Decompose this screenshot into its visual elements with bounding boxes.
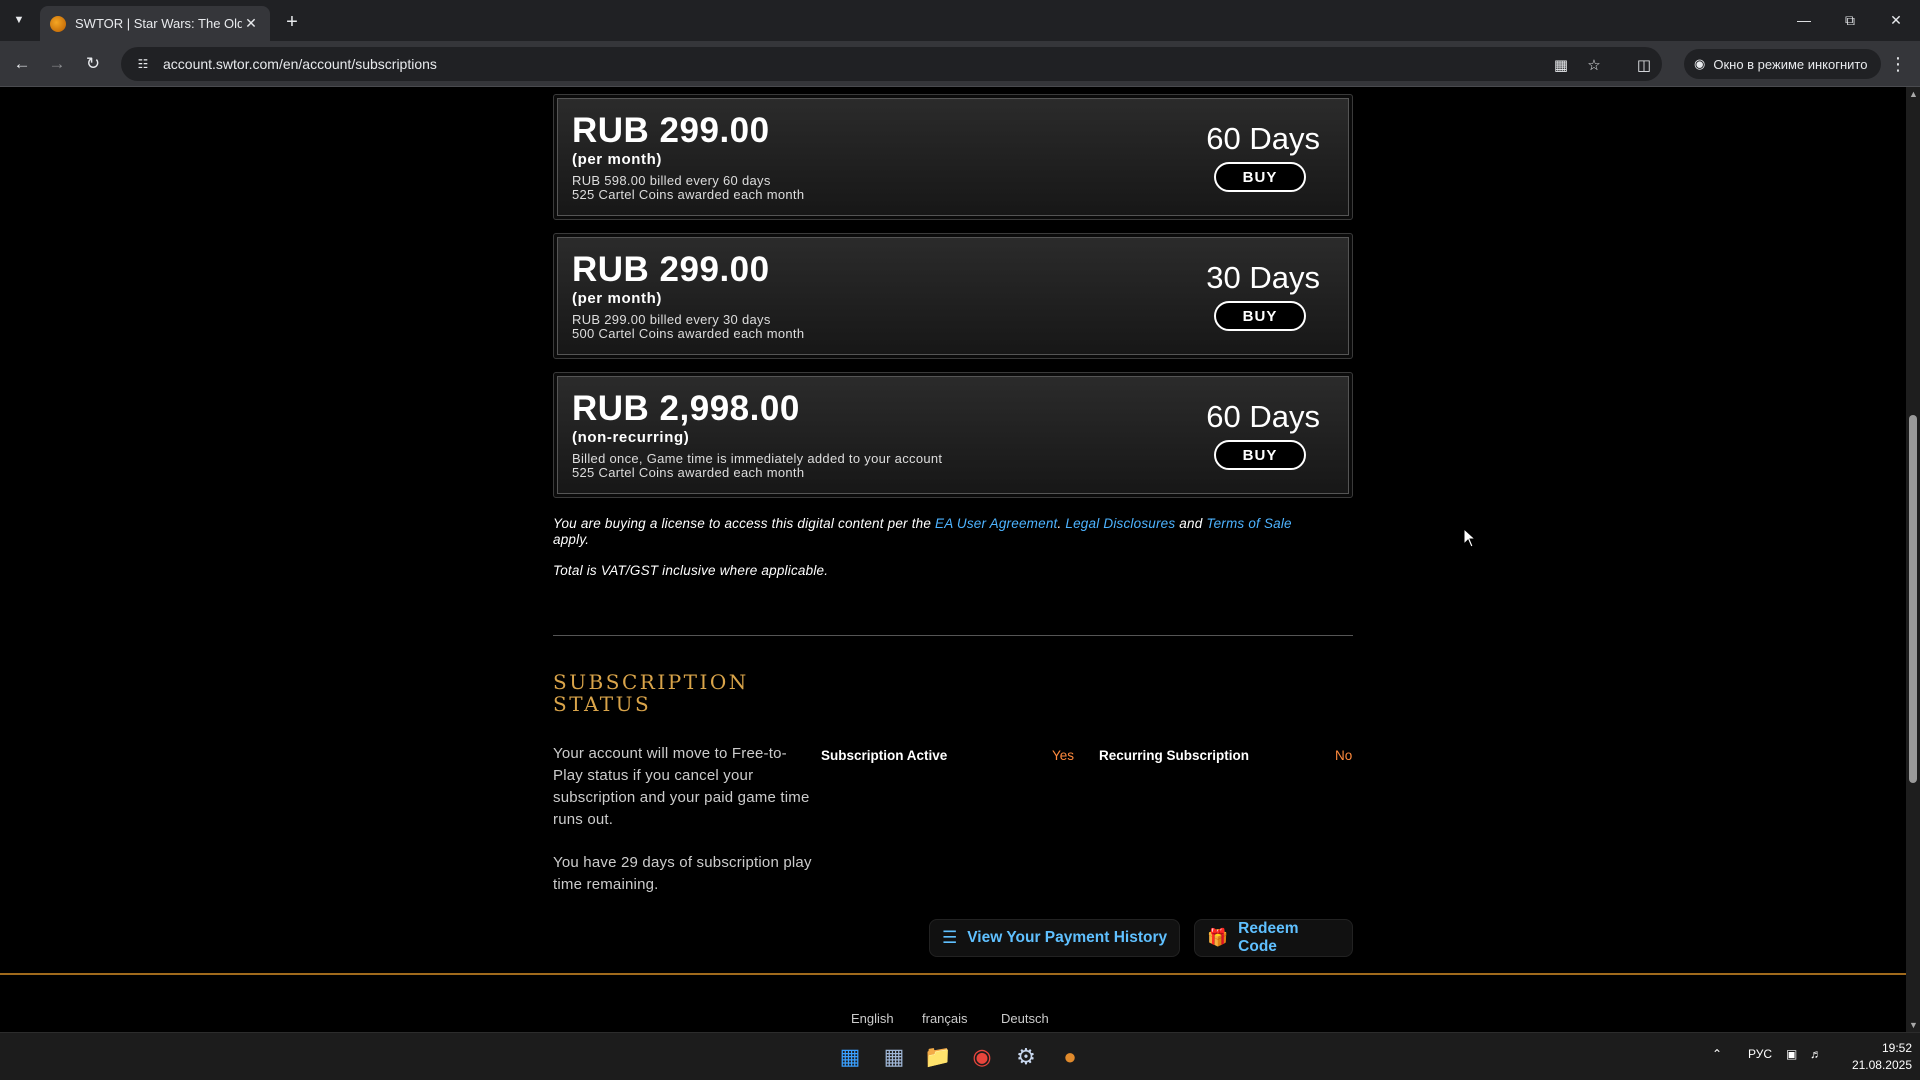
view-payment-history-button[interactable]: ☰ View Your Payment History (929, 919, 1181, 957)
back-button[interactable]: ← (8, 50, 36, 78)
mouse-cursor-icon (1463, 528, 1477, 548)
plan-coins: 500 Cartel Coins awarded each month (572, 326, 805, 341)
license-notice: You are buying a license to access this … (553, 516, 1353, 548)
page-scrollbar[interactable]: ▲ ▼ (1906, 87, 1920, 1032)
windows-taskbar: ▦ ▦ 📁 ◉ ⚙ ● ⌃ РУС ▣ ♬ 19:52 21.08.2025 (0, 1032, 1920, 1080)
license-text: You are buying a license to access this … (553, 516, 936, 531)
system-clock[interactable]: 19:52 21.08.2025 (1836, 1040, 1912, 1074)
browser-menu-button[interactable]: ⋮ (1886, 51, 1910, 77)
plan-billing: RUB 598.00 billed every 60 days (572, 173, 771, 188)
new-tab-button[interactable]: + (280, 10, 304, 34)
close-window-button[interactable]: ✕ (1873, 0, 1919, 40)
calculator-icon[interactable]: ▦ (878, 1041, 910, 1073)
clock-date: 21.08.2025 (1851, 1058, 1912, 1072)
scroll-up-icon[interactable]: ▲ (1909, 90, 1918, 99)
page-viewport: RUB 299.00 (per month) RUB 598.00 billed… (0, 87, 1906, 1032)
subscription-active-label: Subscription Active (821, 748, 948, 763)
plan-days: 30 Days (1206, 260, 1320, 295)
license-text-end: apply. (553, 532, 590, 547)
plan-price: RUB 2,998.00 (572, 389, 800, 428)
file-explorer-icon[interactable]: 📁 (922, 1041, 954, 1073)
arrow-left-icon: ← (13, 54, 31, 73)
incognito-icon: ◉ (1694, 56, 1706, 71)
restore-button[interactable]: ⧉ (1827, 0, 1873, 40)
browser-window: ▼ SWTOR | Star Wars: The Old Re ✕ + — ⧉ … (0, 0, 1920, 1080)
clock-time: 19:52 (1881, 1041, 1912, 1055)
recurring-subscription-label: Recurring Subscription (1099, 748, 1250, 763)
tab-strip: ▼ SWTOR | Star Wars: The Old Re ✕ + — ⧉ … (0, 0, 1920, 41)
plan-price: RUB 299.00 (572, 250, 770, 289)
incognito-label: Окно в режиме инкогнито (1713, 56, 1868, 72)
subscription-status-heading: SUBSCRIPTION STATUS (553, 670, 749, 716)
reload-icon: ↻ (85, 54, 101, 73)
incognito-indicator[interactable]: ◉ Окно в режиме инкогнито (1684, 49, 1882, 79)
scroll-down-icon[interactable]: ▼ (1909, 1021, 1918, 1030)
plan-days: 60 Days (1206, 121, 1320, 156)
tab-search-button[interactable]: ▼ (6, 9, 32, 31)
legal-disclosures-link[interactable]: Legal Disclosures (1065, 516, 1175, 531)
language-german-link[interactable]: Deutsch (1001, 1011, 1049, 1026)
plan-period: (per month) (572, 151, 662, 168)
subscription-active-value: Yes (1052, 748, 1075, 763)
recurring-subscription-value: No (1335, 748, 1353, 763)
chrome-icon[interactable]: ◉ (966, 1041, 998, 1073)
buy-button[interactable]: BUY (1214, 440, 1306, 470)
receipt-icon: ☰ (942, 928, 958, 947)
tab-title: SWTOR | Star Wars: The Old Re (75, 16, 242, 31)
url-text: account.swtor.com/en/account/subscriptio… (163, 56, 437, 72)
translate-icon[interactable]: ▦ (1551, 55, 1571, 75)
buy-button[interactable]: BUY (1214, 162, 1306, 192)
forward-button[interactable]: → (43, 50, 71, 78)
plan-price: RUB 299.00 (572, 111, 770, 150)
redeem-code-button[interactable]: 🎁 Redeem Code (1194, 919, 1353, 957)
tray-overflow-icon[interactable]: ⌃ (1712, 1047, 1722, 1061)
plan-card: RUB 2,998.00 (non-recurring) Billed once… (553, 372, 1353, 498)
plan-billing: RUB 299.00 billed every 30 days (572, 312, 771, 327)
address-bar[interactable]: ☷ account.swtor.com/en/account/subscript… (121, 47, 1662, 81)
plan-period: (non-recurring) (572, 429, 690, 446)
gift-icon: 🎁 (1207, 928, 1229, 947)
license-separator: and (1175, 516, 1207, 531)
browser-toolbar: ← → ↻ ☷ account.swtor.com/en/account/sub… (0, 41, 1920, 87)
plan-days: 60 Days (1206, 399, 1320, 434)
arrow-right-icon: → (48, 54, 66, 73)
redeem-code-label: Redeem Code (1238, 920, 1299, 955)
plan-billing: Billed once, Game time is immediately ad… (572, 451, 943, 466)
plan-period: (per month) (572, 290, 662, 307)
network-icon[interactable]: ▣ (1786, 1047, 1797, 1061)
plan-coins: 525 Cartel Coins awarded each month (572, 187, 805, 202)
ea-user-agreement-link[interactable]: EA User Agreement (935, 516, 1057, 531)
site-info-icon[interactable]: ☷ (135, 56, 151, 72)
payment-history-label: View Your Payment History (967, 929, 1168, 946)
extensions-icon[interactable]: ◫ (1634, 55, 1654, 75)
bookmark-star-icon[interactable]: ☆ (1584, 55, 1604, 75)
steam-icon[interactable]: ⚙ (1010, 1041, 1042, 1073)
section-divider (553, 635, 1353, 636)
status-description: Your account will move to Free-to-Play s… (553, 745, 810, 828)
terms-of-sale-link[interactable]: Terms of Sale (1206, 516, 1291, 531)
chevron-down-icon: ▼ (13, 14, 25, 26)
browser-tab-active[interactable]: SWTOR | Star Wars: The Old Re ✕ (40, 6, 270, 41)
remaining-time: You have 29 days of subscription play ti… (553, 854, 812, 893)
language-french-link[interactable]: français (922, 1011, 968, 1026)
buy-button[interactable]: BUY (1214, 301, 1306, 331)
plan-card: RUB 299.00 (per month) RUB 598.00 billed… (553, 94, 1353, 220)
vat-notice: Total is VAT/GST inclusive where applica… (553, 563, 829, 578)
language-english-link[interactable]: English (851, 1011, 894, 1026)
page-footer: English français Deutsch (0, 975, 1906, 1032)
plan-coins: 525 Cartel Coins awarded each month (572, 465, 805, 480)
scrollbar-thumb[interactable] (1909, 415, 1917, 783)
windows-start-icon[interactable]: ▦ (834, 1041, 866, 1073)
volume-icon[interactable]: ♬ (1810, 1047, 1822, 1061)
swtor-favicon-icon (50, 15, 66, 32)
reload-button[interactable]: ↻ (79, 50, 107, 78)
keyboard-language[interactable]: РУС (1748, 1047, 1772, 1061)
swtor-app-icon[interactable]: ● (1054, 1041, 1086, 1073)
minimize-button[interactable]: — (1781, 0, 1827, 40)
close-tab-icon[interactable]: ✕ (242, 15, 260, 33)
plan-card: RUB 299.00 (per month) RUB 299.00 billed… (553, 233, 1353, 359)
